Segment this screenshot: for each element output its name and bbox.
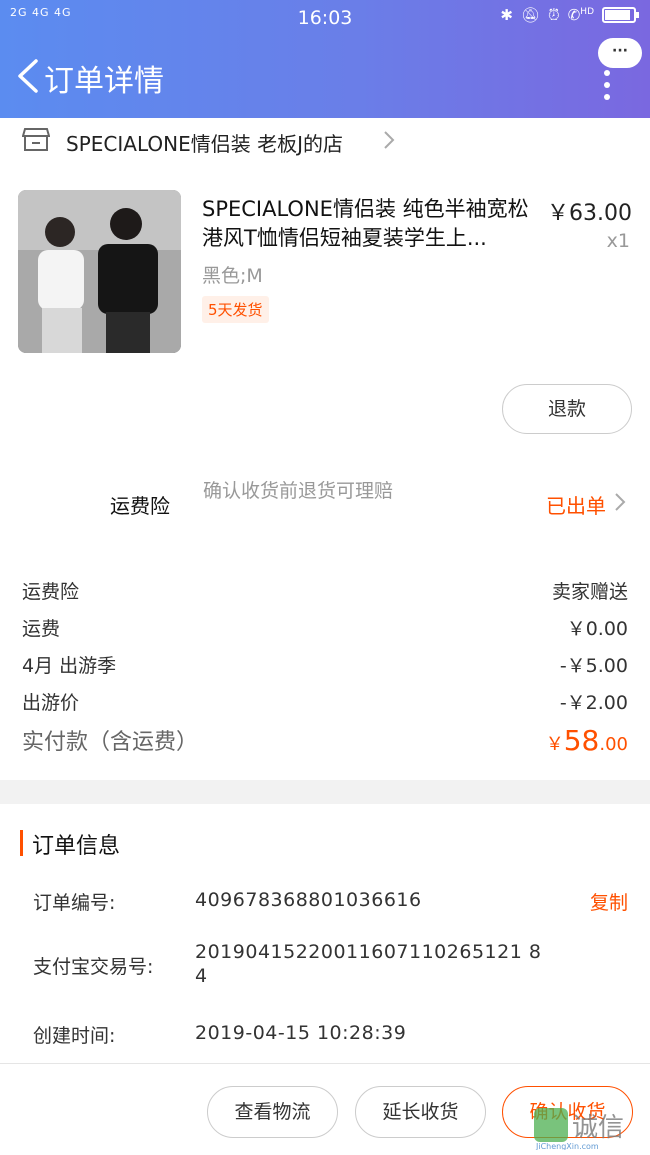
fee-row: 运费 ￥0.00 — [22, 614, 628, 642]
refund-button[interactable]: 退款 — [502, 384, 632, 434]
fee-row: 运费险 卖家赠送 — [22, 577, 628, 605]
section-accent-bar — [20, 830, 23, 856]
product-quantity: x1 — [606, 230, 630, 252]
product-price: ￥63.00 — [547, 201, 632, 226]
alipay-number-label: 支付宝交易号: — [33, 956, 154, 978]
call-hd-icon: ✆HD — [567, 6, 594, 24]
fee-row: 4月 出游季 -￥5.00 — [22, 651, 628, 679]
page-title: 订单详情 — [44, 64, 164, 99]
alipay-number: 20190415220011607110265121 84 — [195, 941, 542, 987]
section-divider — [0, 780, 650, 804]
watermark-logo: 诚信 JiChengXin.com — [534, 1108, 624, 1150]
header: 2G 4G 4G 16:03 ✱ 🔕︎ ⏰︎ ✆HD 订单详情 ··· — [0, 0, 650, 118]
product-title[interactable]: SPECIALONE情侣装 纯色半袖宽松港风T恤情侣短袖夏装学生上... — [202, 195, 542, 253]
overflow-menu-icon[interactable] — [604, 70, 610, 106]
fee-row: 出游价 -￥2.00 — [22, 688, 628, 716]
mute-bell-icon: 🔕︎ — [520, 6, 541, 24]
total-row: 实付款（含运费） ￥58.00 — [22, 724, 628, 764]
chevron-right-icon — [384, 131, 395, 149]
created-time: 2019-04-15 10:28:39 — [195, 1022, 407, 1044]
fee-label: 4月 出游季 — [22, 655, 117, 677]
total-label: 实付款（含运费） — [22, 730, 199, 755]
shop-row[interactable]: SPECIALONE情侣装 老板J的店 — [0, 118, 650, 164]
store-icon — [22, 128, 50, 151]
svg-text:JiChengXin.com: JiChengXin.com — [535, 1142, 599, 1150]
fee-label: 出游价 — [22, 692, 80, 714]
shipping-badge: 5天发货 — [202, 296, 269, 323]
order-number: 409678368801036616 — [195, 889, 422, 911]
total-amount: ￥58.00 — [545, 724, 628, 757]
status-bar: 2G 4G 4G 16:03 ✱ 🔕︎ ⏰︎ ✆HD — [0, 0, 650, 36]
chevron-left-icon[interactable] — [14, 58, 42, 94]
extend-receipt-button[interactable]: 延长收货 — [355, 1086, 486, 1138]
fee-value: ￥0.00 — [566, 618, 628, 640]
fee-value: -￥2.00 — [559, 692, 628, 714]
order-info-title: 订单信息 — [32, 834, 121, 859]
order-number-label: 订单编号: — [33, 892, 116, 914]
fee-label: 运费险 — [22, 581, 80, 603]
svg-text:诚信: 诚信 — [572, 1113, 624, 1143]
fee-value: 卖家赠送 — [551, 581, 628, 603]
product-image[interactable] — [18, 190, 181, 353]
nav-bar: 订单详情 ··· — [0, 36, 650, 118]
insurance-label: 运费险 — [110, 494, 170, 518]
chevron-right-icon[interactable] — [614, 492, 626, 512]
status-icons: ✱ 🔕︎ ⏰︎ ✆HD — [500, 6, 639, 24]
insurance-description: 确认收货前退货可理赔 — [203, 480, 394, 502]
copy-button[interactable]: 复制 — [590, 888, 628, 915]
fee-value: -￥5.00 — [559, 655, 628, 677]
view-logistics-button[interactable]: 查看物流 — [207, 1086, 338, 1138]
fee-label: 运费 — [22, 618, 61, 640]
more-button[interactable]: ··· — [598, 38, 642, 68]
battery-icon — [602, 7, 639, 23]
product-sku: 黑色;M — [202, 265, 263, 287]
insurance-status[interactable]: 已出单 — [546, 490, 606, 519]
alarm-icon: ⏰︎ — [548, 6, 560, 24]
created-time-label: 创建时间: — [33, 1025, 116, 1047]
shop-name: SPECIALONE情侣装 老板J的店 — [66, 132, 343, 156]
product-photo — [18, 190, 181, 353]
bluetooth-icon: ✱ — [500, 6, 513, 24]
